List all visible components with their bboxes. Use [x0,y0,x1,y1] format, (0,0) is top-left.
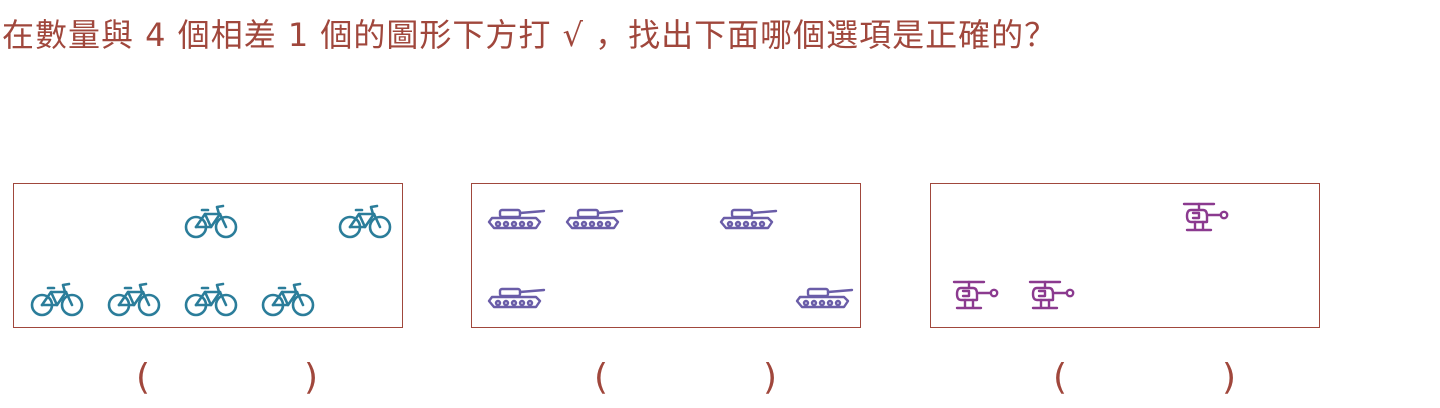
bicycle-icon [338,203,392,239]
answer-paren-close-3: ) [1222,357,1237,398]
option-box-tanks [471,183,861,328]
helicopter-icon [1181,200,1231,236]
answer-paren-close-2: ) [763,357,778,398]
option-box-helicopters [930,183,1320,328]
bicycle-icon [184,281,238,317]
tank-icon [718,206,778,232]
answer-slot-1[interactable] [150,360,320,400]
tank-icon [794,285,854,311]
tank-icon [564,206,624,232]
answer-paren-open-1: ( [136,357,151,398]
tank-icon [486,285,546,311]
bicycle-icon [107,281,161,317]
bicycle-icon [261,281,315,317]
answer-slot-3[interactable] [1067,360,1237,400]
answer-paren-open-3: ( [1053,357,1068,398]
tank-icon [486,206,546,232]
answer-slot-2[interactable] [608,360,778,400]
bicycle-icon [30,281,84,317]
option-box-bicycles [13,183,403,328]
bicycle-icon [184,203,238,239]
helicopter-icon [951,278,1001,314]
answer-paren-close-1: ) [304,357,319,398]
question-text: 在數量與 4 個相差 1 個的圖形下方打 √ ，找出下面哪個選項是正確的？ [2,16,1058,54]
answer-paren-open-2: ( [594,357,609,398]
helicopter-icon [1027,278,1077,314]
